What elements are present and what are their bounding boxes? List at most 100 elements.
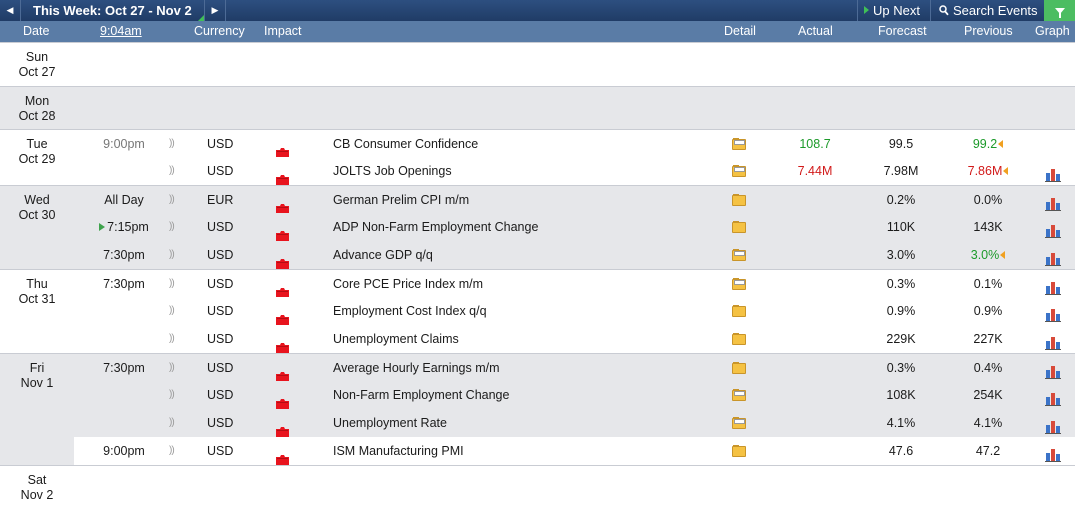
high-impact-icon xyxy=(276,307,289,325)
revised-indicator-icon xyxy=(1000,251,1006,259)
event-name[interactable]: Employment Cost Index q/q xyxy=(333,297,487,325)
sound-alert-icon[interactable]: )) xyxy=(169,297,175,325)
day-date: Nov 1 xyxy=(20,376,54,390)
event-name[interactable]: Advance GDP q/q xyxy=(333,241,433,269)
event-previous-value: 227K xyxy=(973,332,1003,346)
search-events-label: Search Events xyxy=(953,3,1038,18)
day-name: Sun xyxy=(25,50,49,64)
event-forecast: 3.0% xyxy=(886,248,916,262)
detail-folder-icon[interactable] xyxy=(732,194,747,206)
detail-folder-icon[interactable] xyxy=(732,305,747,317)
event-name[interactable]: Unemployment Rate xyxy=(333,409,447,437)
sound-alert-icon[interactable]: )) xyxy=(169,381,175,409)
detail-folder-icon[interactable] xyxy=(732,165,747,177)
filter-button[interactable] xyxy=(1044,0,1075,21)
detail-folder-icon[interactable] xyxy=(732,333,747,345)
up-next-label: Up Next xyxy=(873,3,920,18)
day-name: Sat xyxy=(27,473,47,487)
event-row[interactable]: )) USD Unemployment Claims 229K 227K xyxy=(74,325,1075,353)
event-previous-value: 0.9% xyxy=(973,304,1003,318)
event-row[interactable]: )) USD Unemployment Rate 4.1% 4.1% xyxy=(74,409,1075,437)
high-impact-icon xyxy=(276,364,289,382)
event-name[interactable]: German Prelim CPI m/m xyxy=(333,186,469,214)
sound-alert-icon[interactable]: )) xyxy=(169,130,175,158)
revised-indicator-icon xyxy=(998,140,1004,148)
day-date: Oct 30 xyxy=(18,208,56,222)
event-previous-value: 143K xyxy=(973,220,1003,234)
sound-alert-icon[interactable]: )) xyxy=(169,325,175,353)
up-next-button[interactable]: Up Next xyxy=(857,0,931,21)
sound-alert-icon[interactable]: )) xyxy=(169,157,175,185)
week-selector[interactable]: This Week: Oct 27 - Nov 2 xyxy=(20,0,204,21)
header-current-time[interactable]: 9:04am xyxy=(100,21,142,42)
event-previous: 143K xyxy=(942,213,1034,241)
event-currency: USD xyxy=(207,416,234,430)
event-previous-value: 99.2 xyxy=(972,137,998,151)
event-row[interactable]: 7:30pm)) USD Average Hourly Earnings m/m 0.… xyxy=(74,353,1075,382)
detail-folder-icon[interactable] xyxy=(732,417,747,429)
event-time: 9:00pm xyxy=(103,137,145,151)
event-forecast: 110K xyxy=(886,220,916,234)
header-detail: Detail xyxy=(724,24,756,38)
play-icon xyxy=(864,6,869,14)
sound-alert-icon[interactable]: )) xyxy=(169,437,175,465)
event-row[interactable]: )) USD JOLTS Job Openings 7.44M 7.98M 7.86M xyxy=(74,157,1075,185)
next-week-arrow-icon[interactable]: ▶ xyxy=(204,0,226,21)
event-name[interactable]: ADP Non-Farm Employment Change xyxy=(333,213,538,241)
event-forecast: 0.3% xyxy=(886,361,916,375)
sound-alert-icon[interactable]: )) xyxy=(169,213,175,241)
event-name[interactable]: Non-Farm Employment Change xyxy=(333,381,509,409)
event-forecast: 7.98M xyxy=(883,164,919,178)
event-previous: 227K xyxy=(942,325,1034,353)
event-previous-value: 4.1% xyxy=(973,416,1003,430)
event-previous: 3.0% xyxy=(942,241,1034,269)
event-row[interactable]: )) USD Employment Cost Index q/q 0.9% 0.9% xyxy=(74,297,1075,325)
event-name[interactable]: Average Hourly Earnings m/m xyxy=(333,354,500,382)
sound-alert-icon[interactable]: )) xyxy=(169,270,175,298)
date-cell: Tue Oct 29 xyxy=(0,129,74,185)
event-name[interactable]: Unemployment Claims xyxy=(333,325,459,353)
event-name[interactable]: CB Consumer Confidence xyxy=(333,130,478,158)
header-previous: Previous xyxy=(964,24,1013,38)
high-impact-icon xyxy=(276,140,289,158)
event-row[interactable]: 7:15pm)) USD ADP Non-Farm Employment Chang… xyxy=(74,213,1075,241)
event-row[interactable]: All Day)) EUR German Prelim CPI m/m 0.2% 0.0… xyxy=(74,185,1075,214)
header-date: Date xyxy=(23,24,50,38)
event-forecast: 0.3% xyxy=(886,277,916,291)
event-previous: 0.4% xyxy=(942,354,1034,382)
event-previous-value: 0.1% xyxy=(973,277,1003,291)
event-currency: USD xyxy=(207,248,234,262)
high-impact-icon xyxy=(276,196,289,214)
event-row[interactable]: 7:30pm)) USD Advance GDP q/q 3.0% 3.0% xyxy=(74,241,1075,269)
sound-alert-icon[interactable]: )) xyxy=(169,354,175,382)
event-time-text: 7:15pm xyxy=(107,220,149,234)
sound-alert-icon[interactable]: )) xyxy=(169,409,175,437)
day-name: Wed xyxy=(24,193,50,207)
high-impact-icon xyxy=(276,447,289,465)
event-row[interactable]: )) USD Non-Farm Employment Change 108K 254K xyxy=(74,381,1075,409)
event-time: All Day xyxy=(104,193,144,207)
detail-folder-icon[interactable] xyxy=(732,138,747,150)
detail-folder-icon[interactable] xyxy=(732,221,747,233)
search-events-button[interactable]: Search Events xyxy=(930,0,1045,21)
event-name[interactable]: ISM Manufacturing PMI xyxy=(333,437,464,465)
event-currency: USD xyxy=(207,304,234,318)
detail-folder-icon[interactable] xyxy=(732,278,747,290)
event-row[interactable]: 7:30pm)) USD Core PCE Price Index m/m 0.3% 0… xyxy=(74,269,1075,298)
event-previous: 7.86M xyxy=(942,157,1034,185)
event-name[interactable]: Core PCE Price Index m/m xyxy=(333,270,483,298)
previous-week-arrow-icon[interactable]: ◀ xyxy=(0,0,20,21)
sound-alert-icon[interactable]: )) xyxy=(169,186,175,214)
event-previous: 47.2 xyxy=(942,437,1034,465)
event-row[interactable]: 9:00pm)) USD ISM Manufacturing PMI 47.6 47.2 xyxy=(74,437,1075,465)
date-cell: Thu Oct 31 xyxy=(0,269,74,353)
event-forecast: 0.2% xyxy=(886,193,916,207)
detail-folder-icon[interactable] xyxy=(732,362,747,374)
detail-folder-icon[interactable] xyxy=(732,249,747,261)
day-name: Thu xyxy=(26,277,48,291)
event-row[interactable]: 9:00pm)) USD CB Consumer Confidence 108.7 99… xyxy=(74,129,1075,158)
sound-alert-icon[interactable]: )) xyxy=(169,241,175,269)
detail-folder-icon[interactable] xyxy=(732,445,747,457)
detail-folder-icon[interactable] xyxy=(732,389,747,401)
event-name[interactable]: JOLTS Job Openings xyxy=(333,157,452,185)
